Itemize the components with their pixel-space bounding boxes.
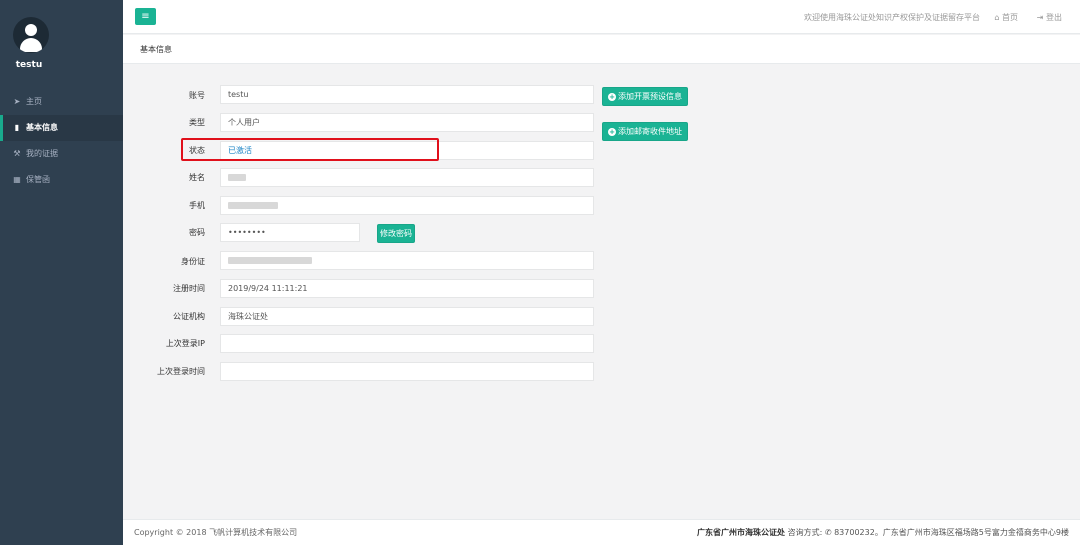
sidebar-item-label: 主页 — [26, 97, 42, 106]
footer: Copyright © 2018 飞帆计算机技术有限公司 广东省广州市海珠公证处… — [123, 519, 1080, 545]
menu-toggle-button[interactable]: ≡ — [135, 8, 156, 25]
name-label: 姓名 — [189, 173, 205, 182]
redacted-value — [228, 202, 278, 209]
sidebar-nav: ➤ 主页 ▮ 基本信息 ⚒ 我的证据 ▦ 保管函 — [0, 89, 123, 193]
redacted-value — [228, 257, 312, 264]
idcard-label: 身份证 — [181, 257, 205, 266]
contact-label: 咨询方式: — [787, 528, 823, 537]
table-icon: ▦ — [13, 175, 21, 184]
phone-field[interactable] — [220, 196, 594, 215]
page-header: 基本信息 — [123, 35, 1080, 64]
notary-field[interactable]: 海珠公证处 — [220, 307, 594, 326]
last-login-ip-field[interactable] — [220, 334, 594, 353]
top-navbar: ≡ 欢迎使用海珠公证处知识产权保护及证据留存平台 ⌂ 首页 ⇥ 登出 — [123, 0, 1080, 34]
highlight-annotation — [181, 138, 439, 161]
idcard-field[interactable] — [220, 251, 594, 270]
username[interactable]: testu — [0, 60, 58, 70]
gavel-icon: ⚒ — [13, 149, 21, 158]
account-label: 账号 — [189, 91, 205, 100]
sidebar-item-my-evidence[interactable]: ⚒ 我的证据 — [0, 141, 123, 167]
regtime-label: 注册时间 — [173, 284, 205, 293]
redacted-value — [228, 174, 246, 181]
page-title: 基本信息 — [140, 45, 172, 54]
plus-circle-icon: + — [608, 93, 616, 101]
sidebar-item-label: 保管函 — [26, 175, 50, 184]
sidebar-item-label: 基本信息 — [26, 123, 58, 132]
password-label: 密码 — [189, 228, 205, 237]
home-icon: ⌂ — [994, 13, 1000, 22]
footer-org: 广东省广州市海珠公证处 — [697, 528, 786, 537]
password-field[interactable]: •••••••• — [220, 223, 360, 242]
contact-info: 83700232。广东省广州市海珠区福场路5号富力金禧商务中心9楼 — [834, 528, 1069, 537]
paper-plane-icon: ➤ — [13, 97, 21, 106]
copyright-text: Copyright © 2018 飞帆计算机技术有限公司 — [134, 528, 298, 537]
regtime-field[interactable]: 2019/9/24 11:11:21 — [220, 279, 594, 298]
welcome-text: 欢迎使用海珠公证处知识产权保护及证据留存平台 — [804, 13, 980, 22]
footer-contact: 广东省广州市海珠公证处 咨询方式: ✆ 83700232。广东省广州市海珠区福场… — [697, 527, 1069, 538]
hamburger-icon: ≡ — [141, 11, 150, 22]
logout-link[interactable]: ⇥ 登出 — [1037, 12, 1062, 23]
sidebar-item-home[interactable]: ➤ 主页 — [0, 89, 123, 115]
avatar[interactable] — [13, 17, 49, 53]
change-password-button[interactable]: 修改密码 — [377, 224, 415, 243]
account-field[interactable]: testu — [220, 85, 594, 104]
name-field[interactable] — [220, 168, 594, 187]
sidebar-item-label: 我的证据 — [26, 149, 58, 158]
type-field[interactable]: 个人用户 — [220, 113, 594, 132]
sidebar: testu ➤ 主页 ▮ 基本信息 ⚒ 我的证据 ▦ 保管函 — [0, 0, 123, 545]
type-label: 类型 — [189, 118, 205, 127]
last-login-time-field[interactable] — [220, 362, 594, 381]
phone-icon: ✆ — [824, 528, 832, 537]
id-card-icon: ▮ — [14, 123, 20, 132]
sign-out-icon: ⇥ — [1036, 13, 1044, 22]
last-login-ip-label: 上次登录IP — [165, 339, 205, 348]
sidebar-item-basic-info[interactable]: ▮ 基本信息 — [0, 115, 123, 141]
sidebar-item-custody-letter[interactable]: ▦ 保管函 — [0, 167, 123, 193]
user-icon — [25, 24, 37, 36]
plus-circle-icon: + — [608, 128, 616, 136]
notary-label: 公证机构 — [173, 312, 205, 321]
home-link[interactable]: ⌂ 首页 — [994, 12, 1018, 23]
add-invoice-info-button[interactable]: + 添加开票预设信息 — [602, 87, 688, 106]
last-login-time-label: 上次登录时间 — [157, 367, 205, 376]
add-mailing-address-button[interactable]: + 添加邮寄收件地址 — [602, 122, 688, 141]
phone-label: 手机 — [189, 201, 205, 210]
